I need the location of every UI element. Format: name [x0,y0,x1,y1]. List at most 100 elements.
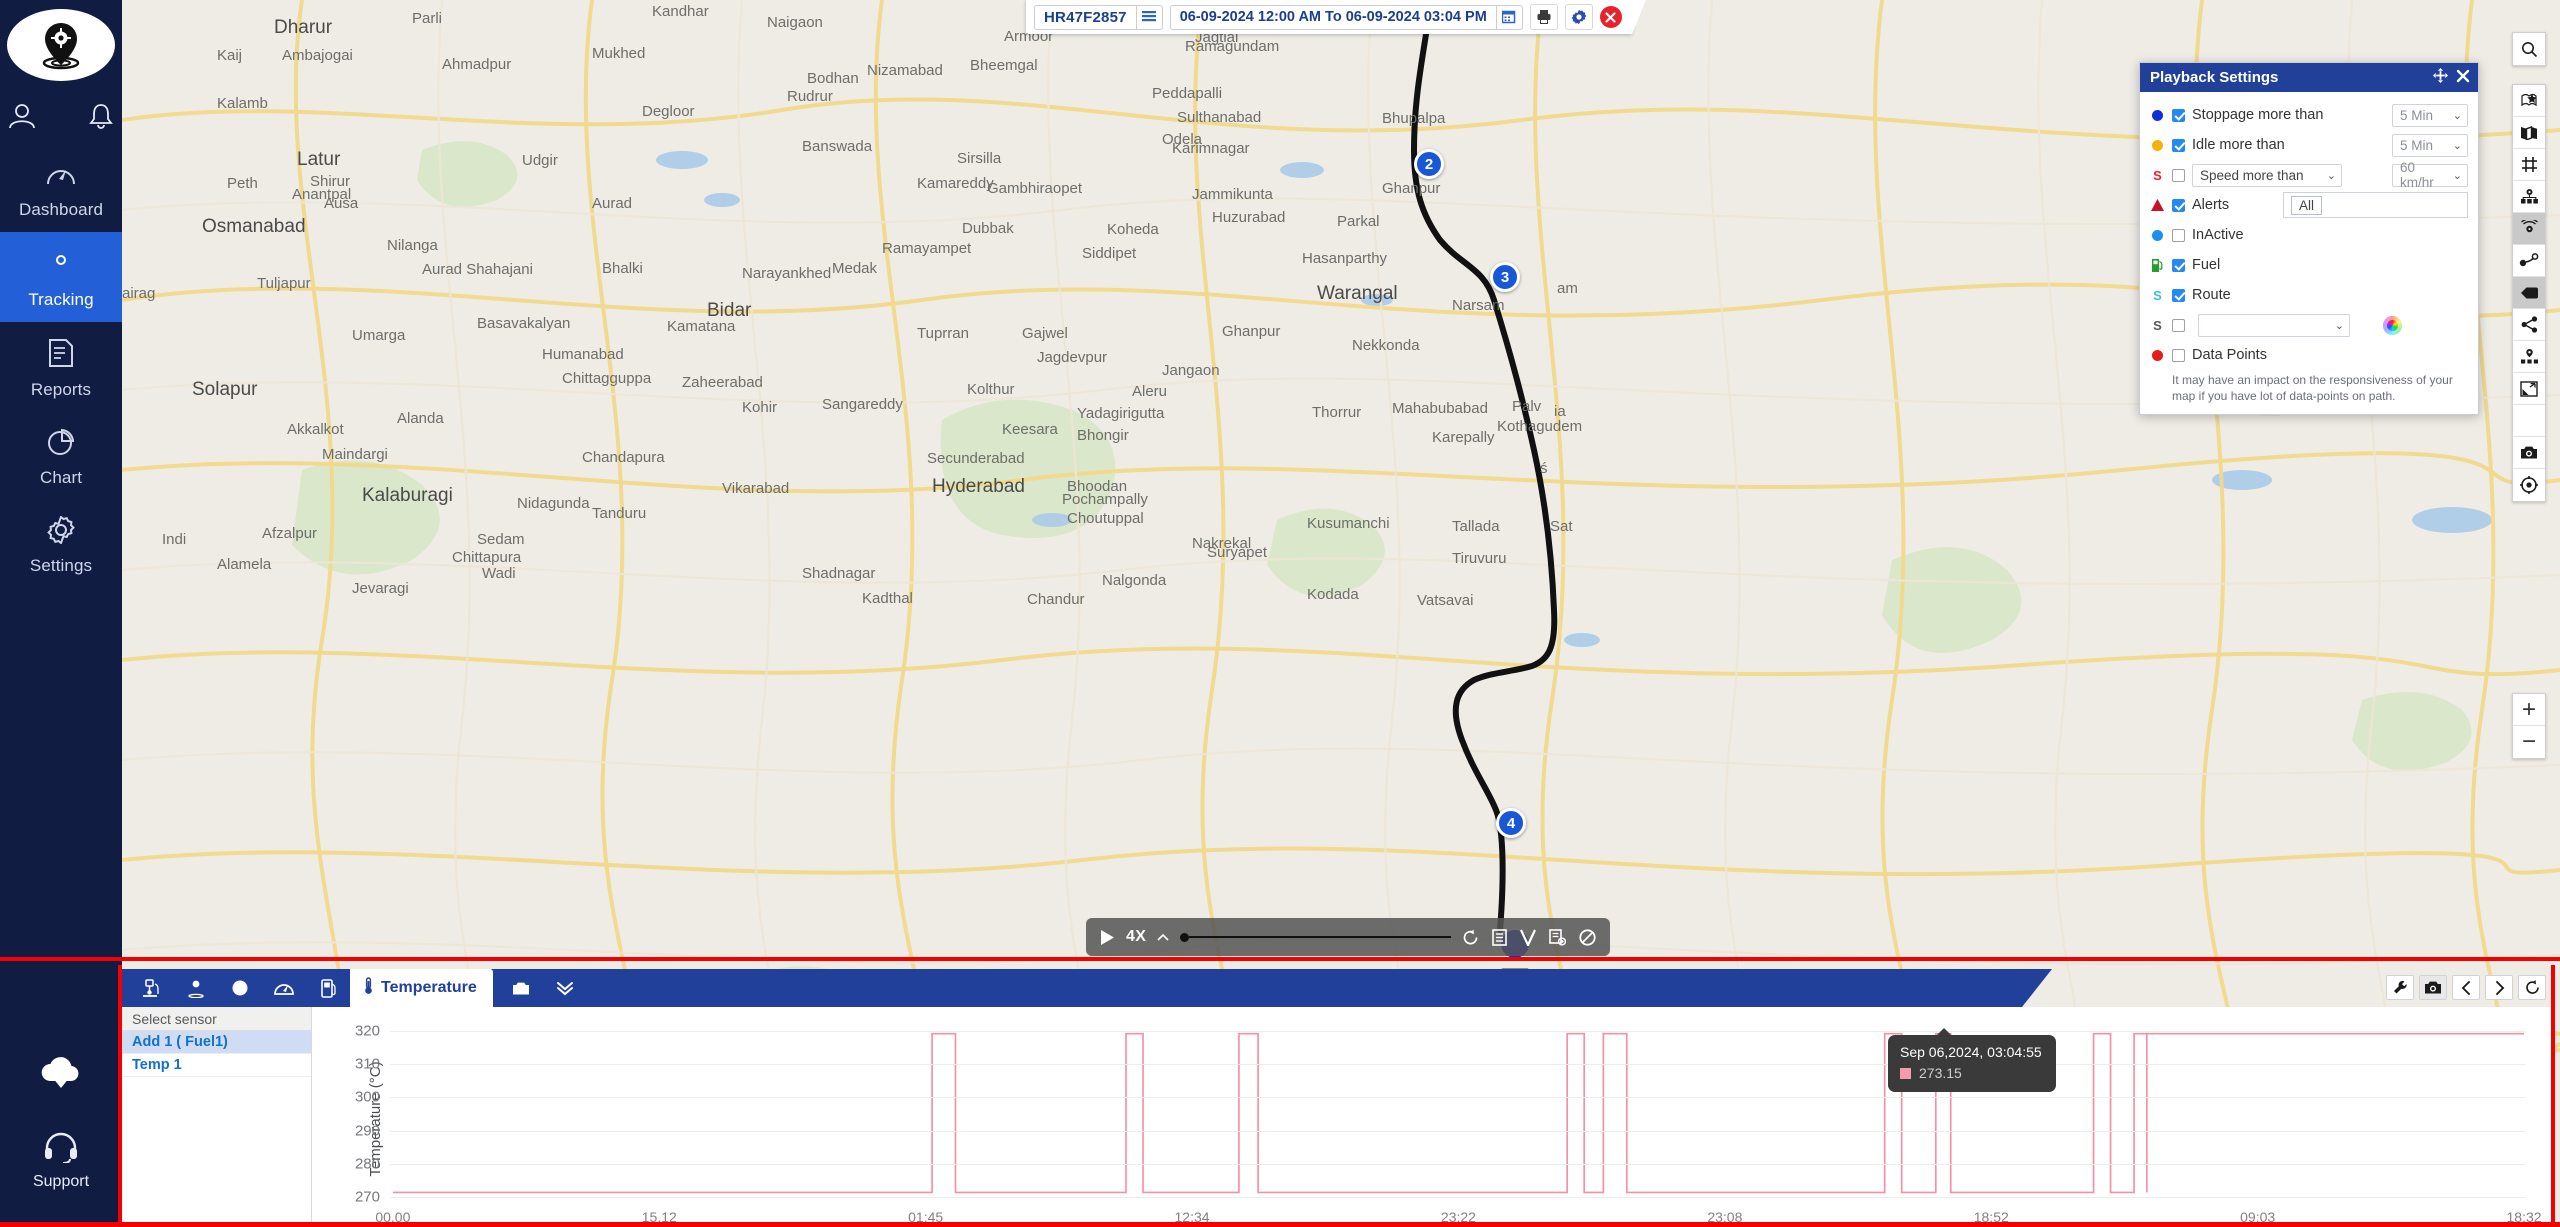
speed-condition-select[interactable]: Speed more than⌄ [2192,164,2342,187]
playback-setting-row[interactable]: InActive [2150,220,2468,250]
playback-setting-row[interactable]: SSpeed more than⌄60 km/hr⌄ [2150,160,2468,190]
playback-speed[interactable]: 4X [1126,928,1146,946]
fuel-sensor-icon[interactable] [130,969,174,1007]
settings-button[interactable] [1565,4,1593,30]
speedometer-gauge-icon[interactable] [262,969,306,1007]
play-icon[interactable] [1100,929,1115,946]
playback-slider[interactable] [1180,933,1451,942]
poi-group-icon[interactable] [2513,341,2545,373]
temperature-chart[interactable]: Temperature (°C) 270280290300310320 00.0… [312,1007,2551,1227]
chevron-up-icon[interactable] [1157,933,1169,942]
checkbox[interactable] [2172,139,2185,152]
bell-icon[interactable] [87,102,115,130]
color-wheel-icon[interactable] [2383,316,2402,335]
playback-slider-track[interactable] [1189,936,1451,938]
tag-icon[interactable] [2513,277,2545,309]
playback-right-icons[interactable] [1462,929,1596,946]
geofence-group-icon[interactable] [2513,181,2545,213]
sensor-list-items[interactable]: Add 1 ( Fuel1)Temp 1 [122,1031,311,1077]
route-color-select[interactable]: ⌄ [2198,314,2350,337]
target-icon[interactable] [2513,469,2545,501]
refresh-icon[interactable] [2518,975,2546,1000]
playback-setting-row[interactable]: Fuel [2150,250,2468,280]
close-icon[interactable] [2456,69,2470,87]
calendar-icon[interactable] [1496,5,1522,30]
camera-icon[interactable] [2513,437,2545,469]
alerts-filter-input[interactable]: All [2283,192,2468,218]
playback-setting-row[interactable]: AlertsAll [2150,190,2468,220]
no-entry-icon[interactable] [1579,929,1596,946]
print-button[interactable] [1530,4,1558,30]
save-route-icon[interactable] [1549,929,1566,946]
zoom-in-button[interactable]: + [2513,694,2545,726]
sidebar-item-chart[interactable]: Chart [0,412,122,500]
playback-control-bar[interactable]: 4X [1086,918,1610,956]
sidebar-nav[interactable]: DashboardTrackingReportsChartSettings [0,144,122,588]
sidebar-item-dashboard[interactable]: Dashboard [0,144,122,232]
vehicle-selector[interactable]: HR47F2857 [1034,5,1163,30]
zoom-out-button[interactable]: − [2513,726,2545,758]
sensor-list[interactable]: Select sensor Add 1 ( Fuel1)Temp 1 [122,1007,312,1227]
sidebar-item-settings[interactable]: Settings [0,500,122,588]
user-icon[interactable] [7,102,37,130]
playback-settings-panel[interactable]: Playback Settings Stoppage more than5 Mi… [2139,62,2479,415]
checkbox[interactable] [2172,229,2185,242]
y-fork-icon[interactable] [1520,929,1536,946]
playback-setting-row[interactable]: Stoppage more than5 Min⌄ [2150,100,2468,130]
threshold-select[interactable]: 5 Min⌄ [2392,104,2468,127]
sidebar-item-tracking[interactable]: Tracking [0,232,122,322]
top-search-bar[interactable]: HR47F2857 06-09-2024 12:00 AM To 06-09-2… [1026,0,1632,34]
sensor-list-item[interactable]: Add 1 ( Fuel1) [122,1031,311,1054]
fuel-pump-icon[interactable] [306,969,350,1007]
checkbox[interactable] [2172,169,2185,182]
circle-icon[interactable] [218,969,262,1007]
date-range-selector[interactable]: 06-09-2024 12:00 AM To 06-09-2024 03:04 … [1170,5,1523,30]
bottom-chart-panel[interactable]: Temperature Select sensor Add 1 ( Fuel1)… [0,957,2560,1227]
threshold-select[interactable]: 5 Min⌄ [2392,134,2468,157]
tab-temperature[interactable]: Temperature [350,969,493,1007]
fullscreen-icon[interactable] [2513,373,2545,405]
playback-settings-body[interactable]: Stoppage more than5 Min⌄Idle more than5 … [2140,92,2478,414]
move-icon[interactable] [2433,68,2448,87]
list-icon[interactable] [1136,5,1162,30]
route-marker-3[interactable]: 3 [1490,262,1520,292]
close-button[interactable] [1600,6,1622,28]
replay-icon[interactable] [1462,929,1479,946]
checkbox[interactable] [2172,199,2185,212]
checkbox[interactable] [2172,319,2185,332]
wrench-icon[interactable] [2386,975,2414,1000]
route-marker-2[interactable]: 2 [1414,149,1444,179]
grid-icon[interactable] [2513,149,2545,181]
camera-icon[interactable] [499,969,543,1007]
playback-setting-row[interactable]: SRoute [2150,280,2468,310]
list-report-icon[interactable] [1492,929,1507,946]
person-pin-icon[interactable] [174,969,218,1007]
radar-icon[interactable] [2513,213,2545,245]
chevron-double-down-icon[interactable] [543,969,587,1007]
playback-slider-knob[interactable] [1180,933,1189,942]
marker-pin-icon[interactable] [2513,405,2545,437]
checkbox[interactable] [2172,289,2185,302]
camera-icon[interactable] [2419,975,2447,1000]
playback-setting-row[interactable]: Data Points [2150,340,2468,370]
checkbox[interactable] [2172,109,2185,122]
chart-tab-bar[interactable]: Temperature [122,969,2022,1007]
next-icon[interactable] [2485,975,2513,1000]
map-search-toolbar[interactable] [2512,32,2546,66]
checkbox[interactable] [2172,349,2185,362]
prev-icon[interactable] [2452,975,2480,1000]
map-book-icon[interactable] [2513,117,2545,149]
star-places-icon[interactable] [2513,85,2545,117]
chart-right-toolbar[interactable] [2386,975,2546,1000]
share-icon[interactable] [2513,309,2545,341]
sensor-list-item[interactable]: Temp 1 [122,1054,311,1077]
playback-setting-row[interactable]: Idle more than5 Min⌄ [2150,130,2468,160]
map-zoom-toolbar[interactable]: +− [2512,693,2546,759]
playback-setting-row[interactable]: S⌄ [2150,310,2468,340]
route-marker-4[interactable]: 4 [1496,808,1526,838]
map-tools-toolbar[interactable] [2512,84,2546,502]
search-icon[interactable] [2513,33,2545,65]
app-logo[interactable] [5,6,117,84]
threshold-select[interactable]: 60 km/hr⌄ [2392,164,2468,187]
checkbox[interactable] [2172,259,2185,272]
